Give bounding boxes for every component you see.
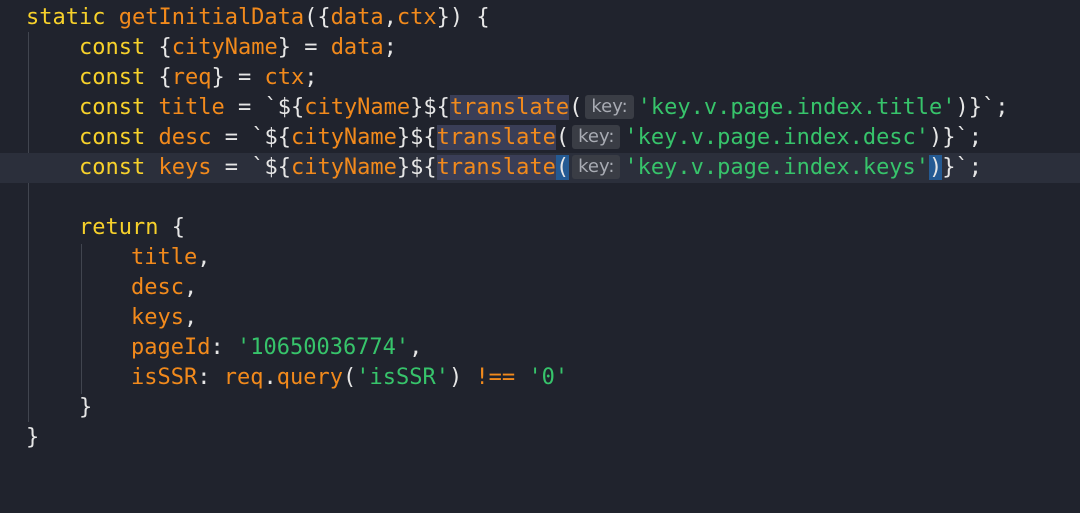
code-line[interactable]: } xyxy=(0,393,1080,423)
property: pageId xyxy=(131,335,211,360)
operator: !== xyxy=(475,365,516,390)
method-call: query xyxy=(276,365,343,390)
variable: req xyxy=(223,365,264,390)
param: ctx xyxy=(396,5,437,30)
keyword: const xyxy=(79,95,146,120)
bracket-match: ( xyxy=(555,155,570,180)
keyword: static xyxy=(26,5,106,30)
variable: cityName xyxy=(290,125,397,150)
function-call: translate xyxy=(436,125,556,150)
code-line[interactable]: static getInitialData({data,ctx}) { xyxy=(0,3,1080,33)
punctuation: = `${ xyxy=(211,125,291,150)
variable: req xyxy=(171,65,212,90)
keyword: const xyxy=(79,155,146,180)
code-editor[interactable]: static getInitialData({data,ctx}) { cons… xyxy=(0,0,1080,457)
keyword: return xyxy=(79,215,159,240)
keyword: const xyxy=(79,65,146,90)
punctuation: ({ xyxy=(304,5,331,30)
punctuation: , xyxy=(409,335,423,360)
string-literal: 'key.v.page.index.title' xyxy=(637,95,956,120)
function-call: translate xyxy=(449,95,570,120)
punctuation: { xyxy=(145,35,172,60)
method-name: getInitialData xyxy=(118,5,305,30)
punctuation: ; xyxy=(383,35,397,60)
code-line[interactable]: const {req} = ctx; xyxy=(0,63,1080,93)
code-line-current[interactable]: const keys = `${cityName}${translate(key… xyxy=(0,153,1080,183)
property: title xyxy=(131,245,198,270)
string-literal: 'key.v.page.index.desc' xyxy=(624,125,930,150)
variable: ctx xyxy=(264,65,305,90)
string-literal: 'key.v.page.index.keys' xyxy=(624,155,930,180)
punctuation: ( xyxy=(569,95,583,120)
param: data xyxy=(330,5,384,30)
punctuation: }) { xyxy=(436,5,490,30)
punctuation: ; xyxy=(304,65,318,90)
function-call: translate xyxy=(436,155,556,180)
punctuation: { xyxy=(158,215,185,240)
code-line[interactable]: desc, xyxy=(0,273,1080,303)
code-line[interactable]: const title = `${cityName}${translate(ke… xyxy=(0,93,1080,123)
parameter-hint: key: xyxy=(572,125,621,149)
string-literal: '10650036774' xyxy=(236,335,410,360)
variable: cityName xyxy=(290,155,397,180)
string-literal: 'isSSR' xyxy=(356,365,449,390)
variable: data xyxy=(330,35,384,60)
punctuation: } = xyxy=(277,35,331,60)
punctuation: ( xyxy=(342,365,357,390)
punctuation: , xyxy=(183,275,198,300)
punctuation: )}`; xyxy=(955,95,1009,120)
punctuation xyxy=(515,365,528,390)
punctuation: }${ xyxy=(396,155,437,180)
keyword: const xyxy=(79,125,146,150)
punctuation: , xyxy=(183,305,198,330)
punctuation: : xyxy=(197,365,224,390)
variable: cityName xyxy=(304,95,411,120)
punctuation: } xyxy=(79,395,93,420)
parameter-hint: key: xyxy=(572,155,621,179)
bracket-match: ) xyxy=(929,155,943,180)
punctuation: }${ xyxy=(410,95,450,120)
string-literal: '0' xyxy=(528,365,569,390)
code-line[interactable]: title, xyxy=(0,243,1080,273)
punctuation: ( xyxy=(555,125,570,150)
punctuation: } xyxy=(26,425,40,450)
variable: desc xyxy=(158,125,212,150)
code-line[interactable]: } xyxy=(0,423,1080,453)
variable: title xyxy=(158,95,225,120)
property: isSSR xyxy=(131,365,198,390)
punctuation: = `${ xyxy=(211,155,291,180)
variable: keys xyxy=(158,155,212,180)
punctuation: } = xyxy=(211,65,265,90)
punctuation: }`; xyxy=(942,155,983,180)
punctuation: , xyxy=(197,245,211,270)
punctuation: }${ xyxy=(396,125,437,150)
punctuation: : xyxy=(210,335,237,360)
punctuation: ) xyxy=(448,365,476,390)
punctuation: { xyxy=(145,65,172,90)
code-line[interactable]: isSSR: req.query('isSSR') !== '0' xyxy=(0,363,1080,393)
punctuation: , xyxy=(383,5,397,30)
code-line[interactable]: const desc = `${cityName}${translate(key… xyxy=(0,123,1080,153)
punctuation: . xyxy=(263,365,277,390)
variable: cityName xyxy=(171,35,278,60)
property: desc xyxy=(131,275,184,300)
code-line[interactable]: keys, xyxy=(0,303,1080,333)
code-line[interactable]: pageId: '10650036774', xyxy=(0,333,1080,363)
punctuation: = `${ xyxy=(224,95,305,120)
code-line[interactable]: return { xyxy=(0,213,1080,243)
punctuation: )}`; xyxy=(929,125,983,150)
parameter-hint: key: xyxy=(585,95,634,119)
keyword: const xyxy=(79,35,146,60)
code-line[interactable]: const {cityName} = data; xyxy=(0,33,1080,63)
property: keys xyxy=(131,305,184,330)
